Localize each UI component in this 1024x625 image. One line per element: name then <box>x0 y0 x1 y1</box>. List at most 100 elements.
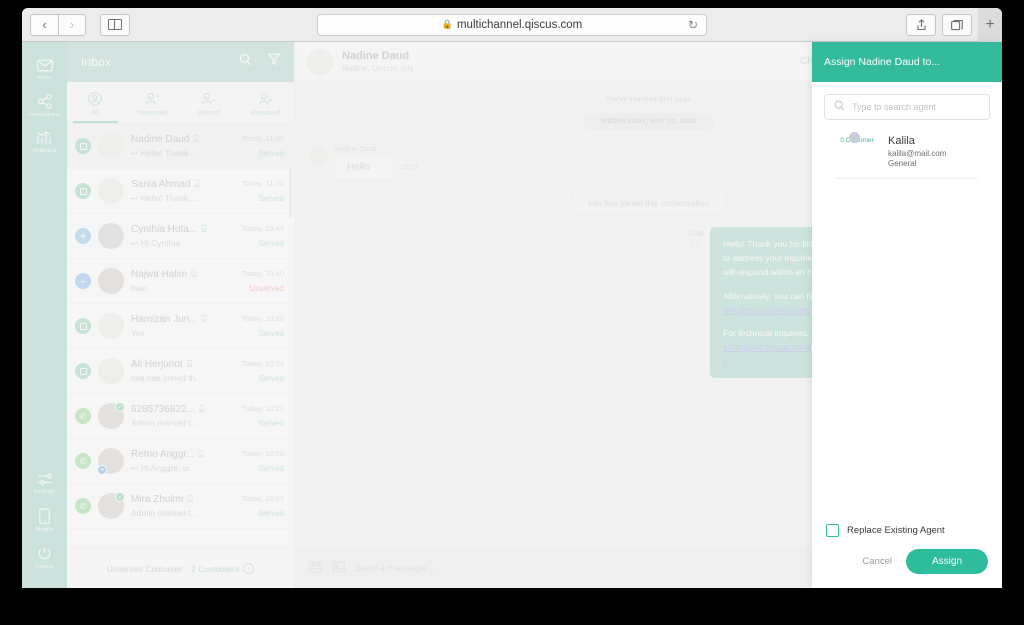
conversation-preview: ↩ Hello! Thank ... <box>131 148 198 158</box>
conversation-preview: halo <box>131 283 148 293</box>
tab-label: Unserved <box>137 109 168 117</box>
tab-label: Served <box>197 109 220 117</box>
agent-search-input[interactable]: Type to search agent <box>824 94 990 120</box>
agent-search-placeholder: Type to search agent <box>852 102 937 112</box>
rail-item-integrations[interactable]: Integrations <box>22 87 67 124</box>
conversation-scroll-area[interactable]: Nadine Daud ⌸ ↩ Hello! Thank ... Today, 1… <box>67 124 294 548</box>
tab-resolved[interactable]: Resolved <box>237 82 294 123</box>
conversation-row[interactable]: ✆ ✓ Mira Zhulmi ⌸ Admin marked t... Toda… <box>67 484 294 529</box>
conversation-row[interactable]: ✆ ✓ 6285736822... ⌸ Admin marked t... To… <box>67 394 294 439</box>
conversation-row[interactable]: ⌁ Najwa Halim ⌸ halo Today, 10:40 Unserv… <box>67 259 294 304</box>
new-tab-button[interactable]: + <box>978 8 1002 42</box>
agent-list-item[interactable]: 0 Customer Kalila kalila@mail.com Genera… <box>836 128 978 179</box>
assign-panel-title: Assign Nadine Daud to... <box>812 42 1002 82</box>
conversation-row[interactable]: Ali Herjunot ⌸ Iola has joined th... Tod… <box>67 349 294 394</box>
inbox-tabs: All Unserved Served Resolved <box>67 82 294 124</box>
rail-label: Analytics <box>32 148 57 154</box>
rail-label: Inbox <box>37 75 52 81</box>
filter-icon[interactable] <box>267 53 281 71</box>
sliders-icon <box>37 473 53 486</box>
conversation-row[interactable]: Hamizan Jun... ⌸ Yes Today, 10:26 Served <box>67 304 294 349</box>
conversation-row[interactable]: ✈ Cynthia Huta... ⌸ ↩ Hi Cynthia Today, 1… <box>67 214 294 259</box>
conversation-status: Served <box>258 464 284 473</box>
conversation-row[interactable]: Sania Ahmad ⌸ ↩ Hello! Thank ... Today, 1… <box>67 169 294 214</box>
replace-agent-label: Replace Existing Agent <box>847 525 945 536</box>
channel-qiscus-icon <box>75 318 91 334</box>
rail-item-analytics[interactable]: Analytics <box>22 124 67 160</box>
template-icon[interactable] <box>309 560 322 578</box>
conversation-status: Served <box>258 329 284 338</box>
conversation-main: Cynthia Huta... ⌸ ↩ Hi Cynthia <box>131 224 235 248</box>
bot-icon: ⌸ <box>201 314 208 324</box>
tab-all[interactable]: All <box>67 82 124 123</box>
share-button[interactable] <box>906 13 936 36</box>
conversation-name: Mira Zhulmi <box>131 494 184 505</box>
rail-item-settings[interactable]: Settings <box>22 466 67 501</box>
rail-label: Integrations <box>28 112 61 118</box>
conversation-name: Ali Herjunot <box>131 359 183 370</box>
conversation-main: Retno Anggr... ⌸ ↩ Hi Anggre, w... <box>131 449 235 473</box>
assign-button[interactable]: Assign <box>905 549 988 574</box>
double-check-icon: ✓✓ <box>689 240 702 247</box>
join-notice: Iola has joined this conversation <box>571 191 726 215</box>
bot-icon: ⌸ <box>186 359 193 369</box>
channel-messenger-icon: ⌁ <box>75 273 91 289</box>
paragraph-3-suffix: . <box>727 356 730 367</box>
conversation-name: Najwa Halim <box>131 269 188 280</box>
bot-icon: ⌸ <box>193 134 199 144</box>
assign-agent-panel: Assign Nadine Daud to... Type to search … <box>812 42 1002 588</box>
tab-unserved[interactable]: Unserved <box>124 82 181 123</box>
tab-served[interactable]: Served <box>181 82 238 123</box>
rail-item-logout[interactable]: Logout <box>22 539 67 576</box>
verified-badge-icon: ✓ <box>115 402 125 412</box>
address-bar[interactable]: 🔒 multichannel.qiscus.com ↻ <box>317 13 707 36</box>
message-time: 10:27 <box>401 164 419 171</box>
rail-item-inbox[interactable]: Inbox <box>22 52 67 87</box>
reply-icon: ↩ <box>131 238 138 248</box>
browser-toolbar: ‹ › 🔒 multichannel.qiscus.com ↻ + <box>22 8 1002 42</box>
inbox-title: Inbox <box>81 55 112 69</box>
user-check-icon <box>258 92 273 108</box>
conversation-preview: Admin marked t... <box>131 508 198 518</box>
info-icon[interactable]: i <box>243 563 255 574</box>
conversation-row[interactable]: ✆ ◕ Retno Anggr... ⌸ ↩ Hi Anggre, w... To… <box>67 439 294 484</box>
search-icon[interactable] <box>239 53 252 71</box>
reply-icon: ↩ <box>131 463 138 473</box>
bot-icon: ⌸ <box>198 449 204 459</box>
conversation-name: Sania Ahmad <box>131 179 191 190</box>
avatar <box>98 313 124 339</box>
conversation-name: 6285736822... <box>131 404 195 415</box>
sidebar-toggle-button[interactable] <box>100 13 130 36</box>
agent-info: Kalila kalila@mail.com General <box>888 134 946 168</box>
unserved-count[interactable]: 2 Customers <box>191 564 239 574</box>
message-bubble: Hello <box>335 156 393 179</box>
message-time-wrap: 11:36 ✓✓ <box>687 227 704 247</box>
pending-clock-badge-icon: ◕ <box>97 465 107 475</box>
cancel-button[interactable]: Cancel <box>862 556 892 567</box>
conversation-time: Today, 10:26 <box>241 314 284 323</box>
conversation-preview: Admin marked t... <box>131 418 198 428</box>
channel-whatsapp-icon: ✆ <box>75 453 91 469</box>
chat-contact-name: Nadine Daud <box>342 50 410 62</box>
bot-icon: ⌸ <box>187 494 193 504</box>
conversation-time: Today, 10:40 <box>241 269 284 278</box>
reload-icon[interactable]: ↻ <box>688 18 698 32</box>
conversation-meta: Today, 10:40 Unserved <box>242 269 284 293</box>
back-button[interactable]: ‹ <box>30 13 58 36</box>
avatar <box>98 133 124 159</box>
show-tabs-button[interactable] <box>942 13 972 36</box>
power-icon <box>37 546 52 561</box>
image-icon[interactable] <box>332 560 345 578</box>
rail-item-mobile[interactable]: Mobile <box>22 501 67 539</box>
conversation-time: Today, 11:36 <box>242 134 284 143</box>
avatar: ✓ <box>98 402 125 429</box>
incoming-sender: Nadine Daud <box>335 146 376 153</box>
avatar: ◕ <box>97 448 124 475</box>
conversation-row[interactable]: Nadine Daud ⌸ ↩ Hello! Thank ... Today, 1… <box>67 124 294 169</box>
conversation-preview: Yes <box>131 328 145 338</box>
replace-existing-agent-row[interactable]: Replace Existing Agent <box>826 524 988 537</box>
incoming-body: Nadine Daud Hello 10:27 <box>335 146 419 179</box>
replace-agent-checkbox[interactable] <box>826 524 839 537</box>
forward-button[interactable]: › <box>58 13 86 36</box>
channel-telegram-icon: ✈ <box>75 228 91 244</box>
